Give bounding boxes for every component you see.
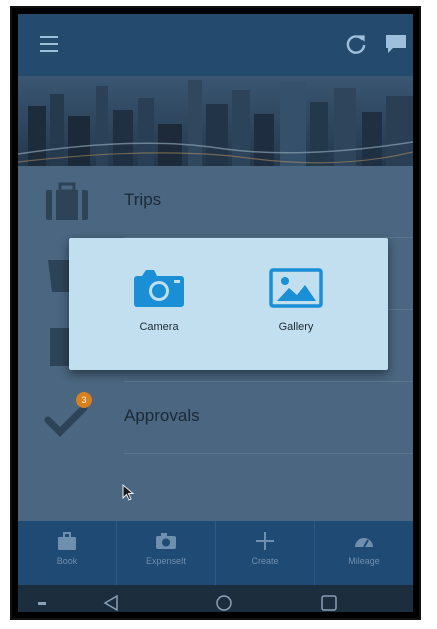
gallery-option[interactable]: Gallery [256, 268, 336, 333]
camera-option[interactable]: Camera [119, 268, 199, 333]
back-icon[interactable] [102, 594, 120, 612]
list-item-label: Approvals [124, 406, 200, 425]
tab-label: Book [56, 556, 78, 566]
mouse-pointer-icon [122, 484, 135, 501]
tab-book[interactable]: Book [18, 521, 117, 585]
city-banner-image [18, 76, 413, 166]
plus-icon [256, 532, 274, 550]
app-bar [18, 14, 413, 76]
menu-dot-icon[interactable] [38, 602, 46, 605]
briefcase-icon [58, 532, 76, 550]
list-item-approvals[interactable]: 3 Approvals [18, 382, 413, 454]
gauge-icon [355, 538, 373, 548]
tab-expenseit[interactable]: ExpenseIt [117, 521, 216, 585]
device-frame: Trips 3 Approvals Camera Gallery Book Ex… [10, 6, 421, 620]
tab-create[interactable]: Create [216, 521, 315, 585]
tab-label: Mileage [348, 556, 380, 566]
divider [124, 453, 413, 454]
camera-label: Camera [139, 321, 179, 333]
tab-label: Create [251, 556, 279, 566]
city-skyline-graphic [18, 76, 413, 166]
suitcase-icon [46, 182, 88, 220]
image-icon [269, 268, 323, 308]
approvals-badge: 3 [76, 392, 92, 408]
tab-label: ExpenseIt [145, 556, 187, 566]
tab-mileage[interactable]: Mileage [315, 521, 413, 585]
chat-icon[interactable] [385, 34, 407, 54]
camera-icon [156, 533, 176, 549]
recents-icon[interactable] [320, 594, 338, 612]
android-system-nav [18, 585, 413, 612]
camera-icon [134, 270, 184, 307]
list-item-label: Trips [124, 190, 162, 209]
app-screen: Trips 3 Approvals Camera Gallery Book Ex… [18, 14, 413, 612]
menu-icon[interactable] [40, 36, 58, 52]
gallery-label: Gallery [278, 321, 314, 333]
image-source-dialog: Camera Gallery [69, 238, 388, 370]
refresh-icon[interactable] [343, 31, 369, 57]
list-item-trips[interactable]: Trips [18, 166, 413, 238]
bottom-navigation: Book ExpenseIt Create Mileage [18, 521, 413, 585]
home-icon[interactable] [215, 594, 233, 612]
